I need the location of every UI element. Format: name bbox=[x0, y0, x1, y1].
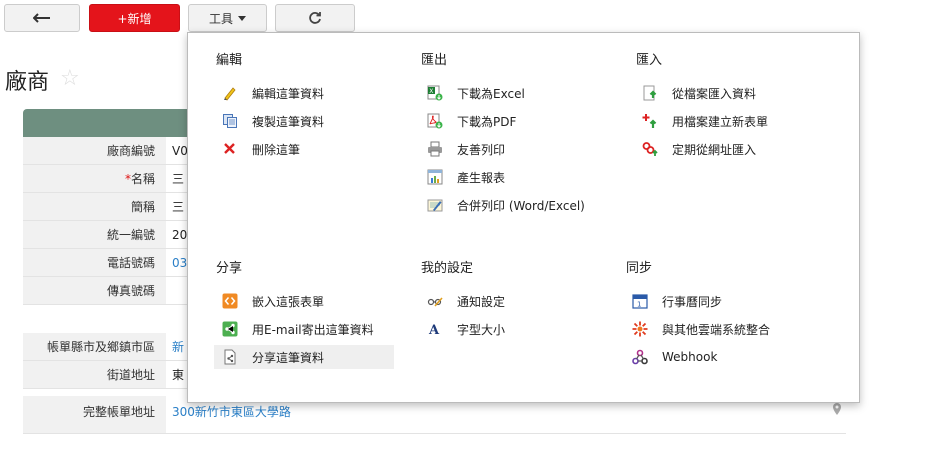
section-title-import: 匯入 bbox=[636, 53, 663, 68]
share-record-icon bbox=[222, 349, 238, 365]
svg-text:X: X bbox=[429, 88, 433, 95]
pdf-icon bbox=[427, 113, 443, 129]
back-button[interactable] bbox=[4, 4, 80, 32]
section-title-export: 匯出 bbox=[421, 53, 448, 68]
menu-item-friendly-print[interactable]: 友善列印 bbox=[427, 137, 505, 161]
menu-item-generate-report[interactable]: 產生報表 bbox=[427, 165, 505, 189]
menu-item-embed-form[interactable]: 嵌入這張表單 bbox=[222, 289, 324, 313]
refresh-icon bbox=[309, 12, 321, 24]
menu-item-share-record[interactable]: 分享這筆資料 bbox=[214, 345, 394, 369]
menu-item-import-from-url[interactable]: 定期從網址匯入 bbox=[642, 137, 756, 161]
caret-down-icon bbox=[238, 15, 246, 21]
field-label: 統一編號 bbox=[23, 221, 166, 248]
menu-item-merge-print[interactable]: 合併列印 (Word/Excel) bbox=[427, 193, 585, 217]
merge-print-icon bbox=[427, 197, 443, 213]
svg-text:1: 1 bbox=[637, 301, 641, 309]
section-title-share: 分享 bbox=[216, 261, 243, 276]
field-label: 簡稱 bbox=[23, 193, 166, 220]
field-label: 廠商編號 bbox=[23, 137, 166, 164]
copy-icon bbox=[222, 113, 238, 129]
field-value: V0 bbox=[172, 144, 188, 158]
section-title-edit: 編輯 bbox=[216, 53, 243, 68]
section-title-sync: 同步 bbox=[626, 261, 653, 276]
field-value: 20 bbox=[172, 228, 188, 242]
menu-item-font-size[interactable]: A 字型大小 bbox=[427, 317, 505, 341]
menu-item-delete-record[interactable]: 刪除這筆 bbox=[222, 137, 300, 161]
tools-menu-button[interactable]: 工具 bbox=[188, 4, 267, 32]
menu-item-webhook[interactable]: Webhook bbox=[632, 345, 717, 369]
field-label: 傳真號碼 bbox=[23, 277, 166, 304]
new-button[interactable]: +新增 bbox=[89, 4, 180, 32]
share-icon bbox=[222, 321, 238, 337]
field-label: 完整帳單地址 bbox=[23, 396, 166, 433]
field-value: 東 bbox=[172, 368, 185, 382]
new-form-icon bbox=[642, 113, 658, 129]
svg-text:A: A bbox=[428, 323, 440, 337]
tools-label: 工具 bbox=[208, 11, 233, 26]
section-title-settings: 我的設定 bbox=[421, 261, 474, 276]
field-label: *名稱 bbox=[23, 165, 166, 192]
page-title: 廠商 bbox=[5, 70, 50, 95]
phone-link[interactable]: 03 bbox=[172, 249, 187, 277]
record-header-bar bbox=[23, 109, 203, 137]
field-label: 電話號碼 bbox=[23, 249, 166, 276]
star-icon[interactable]: ☆ bbox=[60, 66, 80, 91]
url-import-icon bbox=[642, 141, 658, 157]
calendar-icon: 1 bbox=[632, 293, 648, 309]
menu-item-download-excel[interactable]: X 下載為Excel bbox=[427, 81, 525, 105]
menu-item-download-pdf[interactable]: 下載為PDF bbox=[427, 109, 516, 133]
field-label: 街道地址 bbox=[23, 361, 166, 388]
tools-dropdown-menu: 編輯 編輯這筆資料 複製這筆資料 刪除這筆 匯出 X 下載為Excel 下載為P… bbox=[187, 32, 860, 403]
field-label: 帳單縣市及鄉鎮市區 bbox=[23, 333, 166, 360]
embed-icon bbox=[222, 293, 238, 309]
report-icon bbox=[427, 169, 443, 185]
menu-item-cloud-integration[interactable]: 與其他雲端系統整合 bbox=[632, 317, 770, 341]
menu-item-copy-record[interactable]: 複製這筆資料 bbox=[222, 109, 324, 133]
font-size-icon: A bbox=[427, 321, 443, 337]
field-value: 三 bbox=[172, 172, 185, 186]
field-value: 三 bbox=[172, 200, 185, 214]
webhook-icon bbox=[632, 349, 648, 365]
notification-icon bbox=[427, 293, 443, 309]
delete-icon bbox=[222, 141, 238, 157]
menu-item-import-from-file[interactable]: 從檔案匯入資料 bbox=[642, 81, 756, 105]
new-button-label: +新增 bbox=[117, 11, 152, 26]
arrow-left-icon bbox=[33, 13, 50, 23]
integration-icon bbox=[632, 321, 648, 337]
menu-item-email-record[interactable]: 用E-mail寄出這筆資料 bbox=[222, 317, 374, 341]
file-import-icon bbox=[642, 85, 658, 101]
excel-icon: X bbox=[427, 85, 443, 101]
menu-item-calendar-sync[interactable]: 1 行事曆同步 bbox=[632, 289, 722, 313]
printer-icon bbox=[427, 141, 443, 157]
map-pin-icon[interactable] bbox=[833, 403, 841, 415]
menu-item-new-form-from-file[interactable]: 用檔案建立新表單 bbox=[642, 109, 768, 133]
menu-item-notification-settings[interactable]: 通知設定 bbox=[427, 289, 505, 313]
field-value[interactable]: 新 bbox=[172, 333, 184, 361]
refresh-button[interactable] bbox=[275, 4, 355, 32]
pencil-icon bbox=[222, 85, 238, 101]
menu-item-edit-record[interactable]: 編輯這筆資料 bbox=[222, 81, 324, 105]
